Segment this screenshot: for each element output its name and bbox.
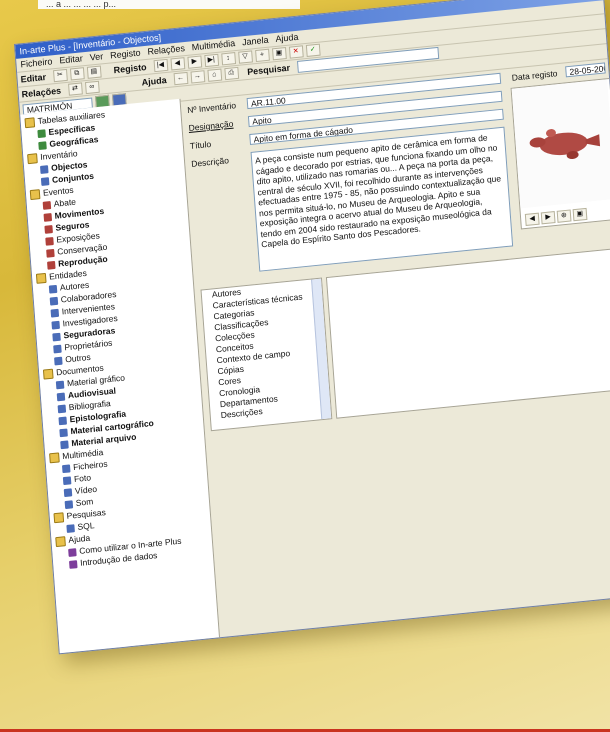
print-button[interactable]: ⎙ <box>223 66 239 81</box>
filter-button[interactable]: ▽ <box>237 50 253 64</box>
menu-item-0[interactable]: Ficheiro <box>20 56 53 69</box>
event-icon <box>42 200 52 210</box>
doc-icon <box>55 380 65 390</box>
table-icon <box>37 129 46 138</box>
app-window: In-arte Plus - [Inventário - Objectos] F… <box>14 0 610 655</box>
doc-icon <box>58 416 67 426</box>
record-panel: Nº Inventário AR.11.00 Designação Apito … <box>180 56 610 637</box>
home-button[interactable]: ⌂ <box>206 68 222 82</box>
person-icon <box>52 332 61 342</box>
designation-label[interactable]: Designação <box>188 116 247 134</box>
media-icon <box>62 476 72 485</box>
image-toolbar: ◀ ▶ ⊕ ▣ <box>524 207 588 226</box>
table-icon <box>38 140 47 150</box>
folder-icon <box>55 535 66 547</box>
event-icon <box>47 260 56 270</box>
event-icon <box>43 212 53 222</box>
image-prev-button[interactable]: ◀ <box>524 212 540 226</box>
doc-icon <box>60 440 69 449</box>
tree-node-label: SQL <box>77 520 95 532</box>
edit-label: Editar <box>20 71 47 85</box>
copy-button[interactable]: ⧉ <box>69 67 85 81</box>
person-icon <box>53 344 62 354</box>
sort-button[interactable]: ↕ <box>220 52 236 66</box>
folder-icon <box>35 272 47 284</box>
person-icon <box>48 284 58 294</box>
tree-node-label: Foto <box>73 472 92 485</box>
back-button[interactable]: ← <box>173 71 188 86</box>
last-record-button[interactable]: ▶| <box>203 53 219 68</box>
menu-item-3[interactable]: Registo <box>110 47 141 60</box>
folder-icon <box>27 152 38 164</box>
date-field[interactable]: 28-05-2006 <box>565 62 606 78</box>
image-open-button[interactable]: ▣ <box>572 207 588 222</box>
inventory-row: Nº Inventário <box>187 98 246 116</box>
doc-icon <box>59 428 68 437</box>
first-record-button[interactable]: |◀ <box>153 58 168 73</box>
person-icon <box>54 356 63 366</box>
doc-icon <box>57 404 67 414</box>
relation-button[interactable]: ⇄ <box>67 82 83 96</box>
media-icon <box>63 488 73 497</box>
title-label: Título <box>189 138 212 151</box>
description-label: Descrição <box>190 155 230 169</box>
set-icon <box>40 176 50 186</box>
category-list: Autores Características técnicas Categoria… <box>200 277 333 432</box>
media-icon <box>64 500 74 509</box>
menu-item-1[interactable]: Editar <box>59 53 83 65</box>
designation-row: Designação <box>188 116 247 134</box>
next-record-button[interactable]: ▶ <box>186 55 202 69</box>
menu-item-2[interactable]: Ver <box>89 51 103 62</box>
tree-node-label: Ficheiros <box>72 458 108 473</box>
folder-icon <box>42 368 54 380</box>
inventory-label: Nº Inventário <box>186 100 237 116</box>
folder-icon <box>29 188 41 200</box>
tree-node-label: Som <box>75 496 94 508</box>
object-icon <box>39 164 49 174</box>
workspace: Tabelas auxiliares Específicas Geográficas… <box>20 56 610 654</box>
event-icon <box>44 224 53 234</box>
person-icon <box>50 308 60 318</box>
description-row: Descrição <box>191 152 250 170</box>
menu-item-6[interactable]: Janela <box>242 35 269 48</box>
confirm-button[interactable]: ✓ <box>305 43 321 58</box>
title-row: Título <box>190 134 249 152</box>
menu-item-4[interactable]: Relações <box>147 43 185 57</box>
link-button[interactable]: ∞ <box>84 80 100 95</box>
folder-icon <box>53 511 65 523</box>
delete-button[interactable]: ✕ <box>288 45 304 59</box>
help-label: Ajuda <box>141 75 167 88</box>
event-icon <box>45 236 54 246</box>
event-icon <box>46 248 55 258</box>
image-zoom-button[interactable]: ⊕ <box>556 209 572 223</box>
detail-pane <box>325 247 610 419</box>
image-preview[interactable]: ◀ ▶ ⊕ ▣ <box>510 77 610 230</box>
date-row: Data registo <box>511 67 558 84</box>
help-icon <box>68 559 78 569</box>
artifact-image <box>511 79 610 209</box>
image-next-button[interactable]: ▶ <box>540 211 556 225</box>
save-button[interactable]: ▣ <box>271 47 287 61</box>
folder-icon <box>49 452 60 464</box>
person-icon <box>49 296 59 306</box>
folder-icon <box>24 117 36 129</box>
person-icon <box>51 320 60 330</box>
query-icon <box>66 523 75 533</box>
menu-item-5[interactable]: Multimédia <box>191 38 235 52</box>
prev-record-button[interactable]: ◀ <box>170 57 185 71</box>
media-icon <box>61 464 71 473</box>
new-record-button[interactable]: + <box>254 48 270 63</box>
description-field[interactable]: A peça consiste num pequeno apito de cer… <box>250 126 514 272</box>
menu-item-7[interactable]: Ajuda <box>275 32 299 44</box>
stage: In-arte Plus - [Inventário - Objectos] F… <box>0 0 610 732</box>
paste-button[interactable]: ▤ <box>86 65 102 79</box>
doc-icon <box>56 392 66 402</box>
help-icon <box>68 547 77 557</box>
cut-button[interactable]: ✂ <box>52 68 68 83</box>
date-label: Data registo <box>511 68 558 83</box>
tree-node-label: Vídeo <box>74 483 98 496</box>
forward-button[interactable]: → <box>190 70 205 84</box>
